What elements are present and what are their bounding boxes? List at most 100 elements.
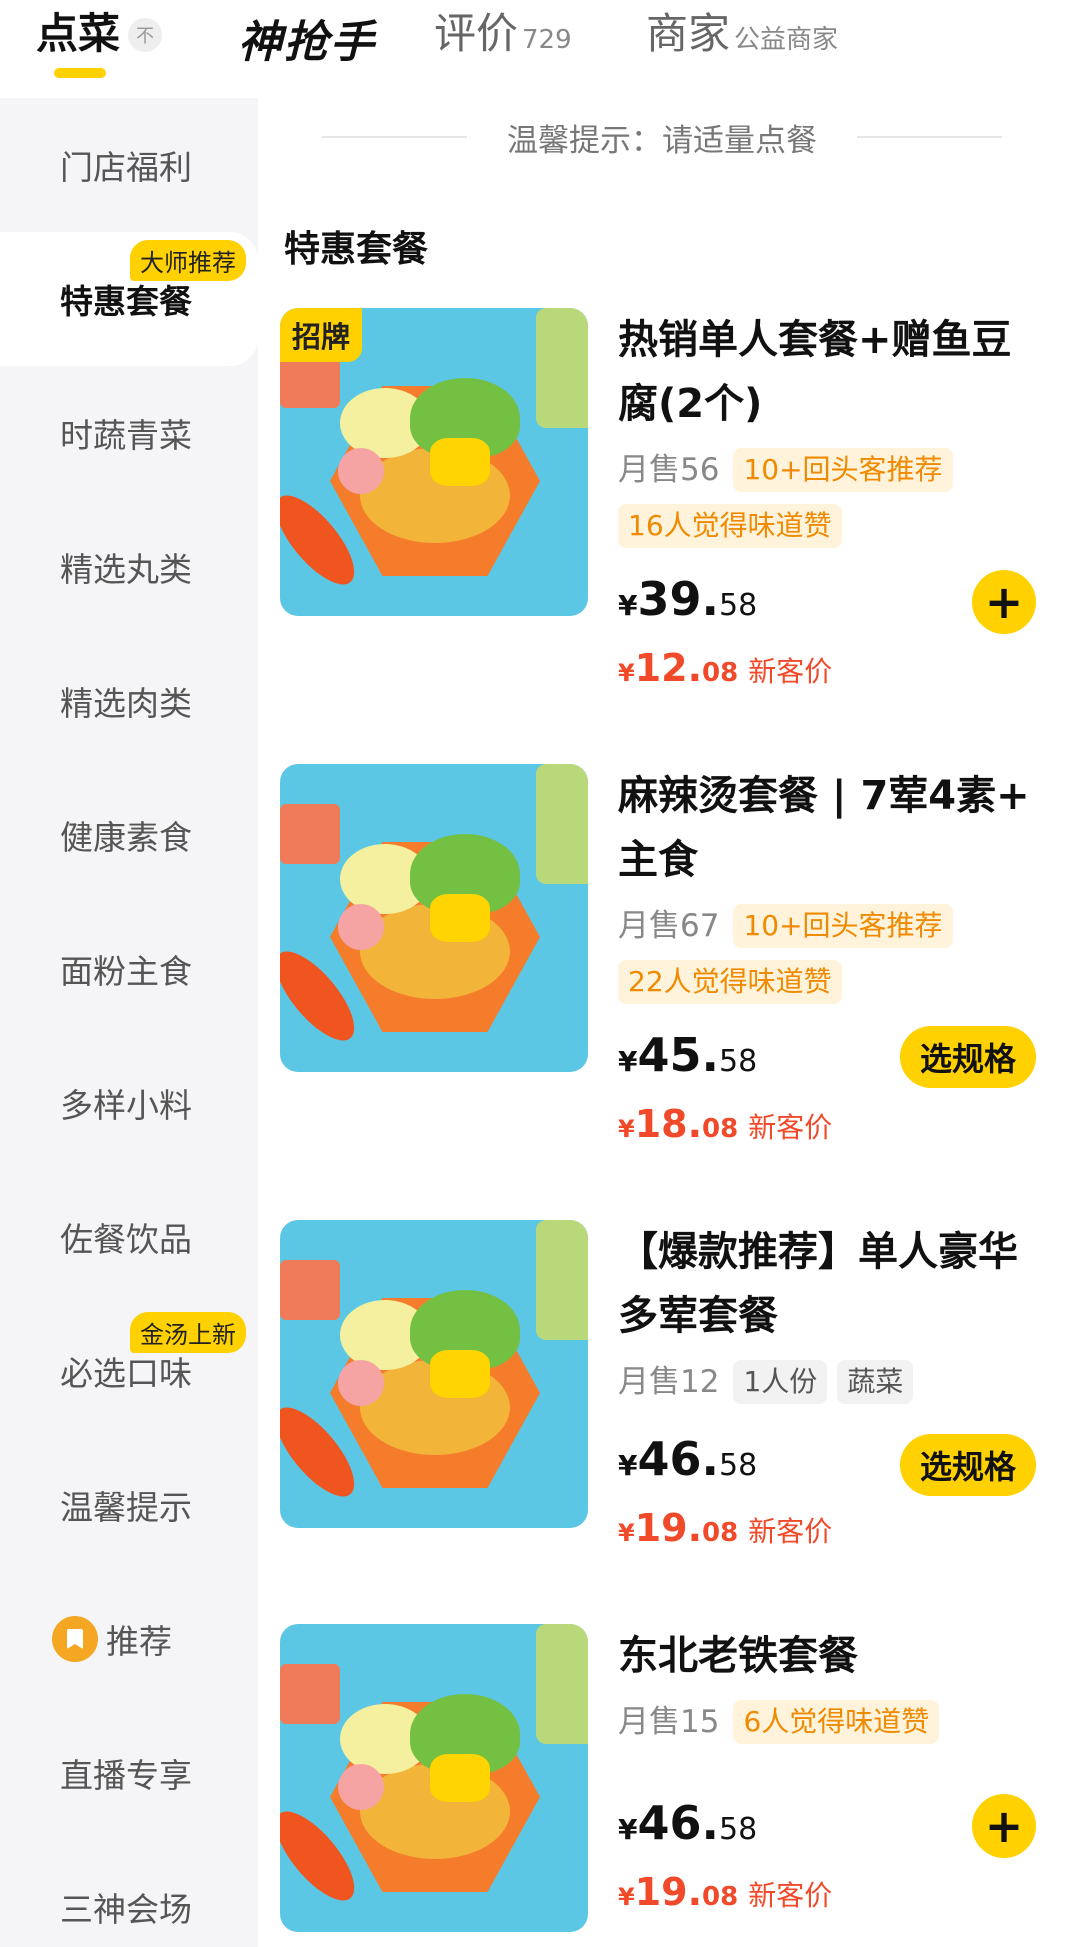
price-integer: 46. — [637, 1432, 719, 1486]
price-decimal: 08 — [702, 658, 739, 688]
sidebar-item-label: 直播专享 — [60, 1756, 192, 1795]
sidebar-badge: 金汤上新 — [130, 1312, 246, 1353]
monthly-sales: 月售12 — [618, 1364, 720, 1400]
top-tab-bar: 点菜 不 神抢手 评价 729 商家 公益商家 — [0, 0, 1080, 98]
product-image[interactable] — [280, 764, 588, 1072]
product-image[interactable] — [280, 1624, 588, 1932]
sidebar-item-label: 推荐 — [106, 1622, 172, 1661]
sidebar-item-tips[interactable]: 温馨提示 — [0, 1438, 258, 1572]
new-customer-price: ¥ 12. 08 新客价 — [618, 646, 832, 690]
collapse-icon[interactable]: 不 — [128, 18, 163, 52]
sidebar-item-noodles[interactable]: 面粉主食 — [0, 902, 258, 1036]
price-decimal: 08 — [702, 1114, 739, 1144]
add-to-cart-button[interactable]: + — [972, 570, 1036, 634]
sidebar-item-store-welfare[interactable]: 门店福利 — [0, 98, 258, 232]
active-tab-indicator — [54, 68, 106, 78]
product-name: 【爆款推荐】单人豪华多荤套餐 — [618, 1229, 1018, 1339]
sidebar-item-vegetables[interactable]: 时蔬青菜 — [0, 366, 258, 500]
currency-symbol: ¥ — [618, 1045, 638, 1078]
price-integer: 19. — [634, 1870, 703, 1914]
price-decimal: 58 — [718, 1448, 758, 1483]
sidebar-item-meats[interactable]: 精选肉类 — [0, 634, 258, 768]
monthly-sales: 月售67 — [618, 908, 720, 944]
monthly-sales: 月售15 — [618, 1704, 720, 1740]
order-tip-text: 温馨提示：请适量点餐 — [507, 122, 817, 159]
product-tag: 蔬菜 — [837, 1360, 914, 1404]
product-name: 麻辣烫套餐 | 7荤4素+ 主食 — [618, 773, 1030, 883]
currency-symbol: ¥ — [618, 1115, 635, 1143]
sidebar-item-label: 时蔬青菜 — [60, 416, 192, 455]
sidebar-item-label: 特惠套餐 — [60, 282, 192, 321]
sidebar-item-live[interactable]: 直播专享 — [0, 1706, 258, 1840]
new-customer-price: ¥ 19. 08 新客价 — [618, 1506, 832, 1550]
new-customer-label: 新客价 — [748, 1515, 833, 1548]
sidebar-badge: 大师推荐 — [130, 240, 246, 281]
tab-merchant-label: 商家 — [646, 9, 731, 58]
product-tag: 16人觉得味道赞 — [618, 504, 842, 548]
product-price: ¥ 39. 58 — [618, 572, 757, 626]
tab-brand[interactable]: 神抢手 — [238, 6, 376, 70]
new-customer-price: ¥ 18. 08 新客价 — [618, 1102, 832, 1146]
currency-symbol: ¥ — [618, 1519, 635, 1547]
price-integer: 12. — [634, 646, 703, 690]
currency-symbol: ¥ — [618, 1883, 635, 1911]
sidebar-item-venue[interactable]: 三神会场 — [0, 1840, 258, 1947]
new-customer-label: 新客价 — [748, 655, 833, 688]
sidebar-item-balls[interactable]: 精选丸类 — [0, 500, 258, 634]
divider — [322, 136, 467, 138]
reviews-count: 729 — [522, 25, 572, 55]
tab-order-label: 点菜 — [36, 9, 121, 58]
product-tag: 6人觉得味道赞 — [733, 1700, 940, 1744]
price-decimal: 58 — [718, 1044, 758, 1079]
product-tag: 10+回头客推荐 — [733, 904, 953, 948]
product-image[interactable]: 招牌 — [280, 308, 588, 616]
new-customer-price: ¥ 19. 08 新客价 — [618, 1870, 832, 1914]
currency-symbol: ¥ — [618, 659, 635, 687]
price-integer: 45. — [637, 1028, 719, 1082]
divider — [857, 136, 1002, 138]
sidebar-item-label: 精选肉类 — [60, 684, 192, 723]
price-integer: 46. — [637, 1796, 719, 1850]
sidebar-item-label: 佐餐饮品 — [60, 1220, 192, 1259]
product-card[interactable]: 麻辣烫套餐 | 7荤4素+ 主食 月售67 10+回头客推荐 22人觉得味道赞 … — [280, 764, 1050, 1184]
product-image[interactable] — [280, 1220, 588, 1528]
product-card[interactable]: 招牌 热销单人套餐+赠鱼豆腐(2个) 月售56 10+回头客推荐 16人觉得味道… — [280, 308, 1050, 728]
new-customer-label: 新客价 — [748, 1111, 833, 1144]
tab-reviews-label: 评价 — [434, 9, 519, 58]
tab-order[interactable]: 点菜 不 — [36, 6, 163, 62]
sidebar-item-drinks[interactable]: 佐餐饮品 — [0, 1170, 258, 1304]
sidebar-item-label: 门店福利 — [60, 148, 192, 187]
product-card[interactable]: 【爆款推荐】单人豪华多荤套餐 月售12 1人份 蔬菜 ¥ 46. 58 ¥ 19… — [280, 1220, 1050, 1640]
sidebar-item-label: 温馨提示 — [60, 1488, 192, 1527]
sidebar-item-recommend[interactable]: 推荐 — [0, 1572, 258, 1706]
currency-symbol: ¥ — [618, 1449, 638, 1482]
select-spec-button[interactable]: 选规格 — [899, 1434, 1036, 1496]
price-integer: 19. — [634, 1506, 703, 1550]
category-sidebar: 门店福利 大师推荐 特惠套餐 时蔬青菜 精选丸类 精选肉类 健康素食 面粉主食 … — [0, 98, 258, 1947]
bookmark-icon — [52, 1616, 98, 1662]
price-decimal: 08 — [702, 1518, 739, 1548]
tab-merchant[interactable]: 商家 公益商家 — [646, 6, 838, 62]
sidebar-item-vegetarian[interactable]: 健康素食 — [0, 768, 258, 902]
add-to-cart-button[interactable]: + — [972, 1794, 1036, 1858]
product-name: 热销单人套餐+赠鱼豆腐(2个) — [618, 317, 1012, 427]
select-spec-button[interactable]: 选规格 — [899, 1026, 1036, 1088]
price-decimal: 58 — [718, 1812, 758, 1847]
price-integer: 39. — [637, 572, 719, 626]
sidebar-item-special-combo[interactable]: 大师推荐 特惠套餐 — [0, 232, 258, 366]
price-decimal: 58 — [718, 588, 758, 623]
product-price: ¥ 46. 58 — [618, 1796, 757, 1850]
sidebar-item-flavor[interactable]: 金汤上新 必选口味 — [0, 1304, 258, 1438]
sidebar-item-label: 面粉主食 — [60, 952, 192, 991]
sidebar-item-label: 精选丸类 — [60, 550, 192, 589]
new-customer-label: 新客价 — [748, 1879, 833, 1912]
tab-reviews[interactable]: 评价 729 — [434, 6, 572, 62]
product-name: 东北老铁套餐 — [618, 1633, 858, 1679]
product-tag: 10+回头客推荐 — [733, 448, 953, 492]
sidebar-item-label: 必选口味 — [60, 1354, 192, 1393]
signature-badge: 招牌 — [280, 308, 363, 362]
product-tag: 1人份 — [733, 1360, 828, 1404]
sidebar-item-label: 三神会场 — [60, 1890, 192, 1929]
product-card[interactable]: 东北老铁套餐 月售15 6人觉得味道赞 ¥ 46. 58 ¥ 19. 08 新客… — [280, 1624, 1050, 1947]
sidebar-item-toppings[interactable]: 多样小料 — [0, 1036, 258, 1170]
